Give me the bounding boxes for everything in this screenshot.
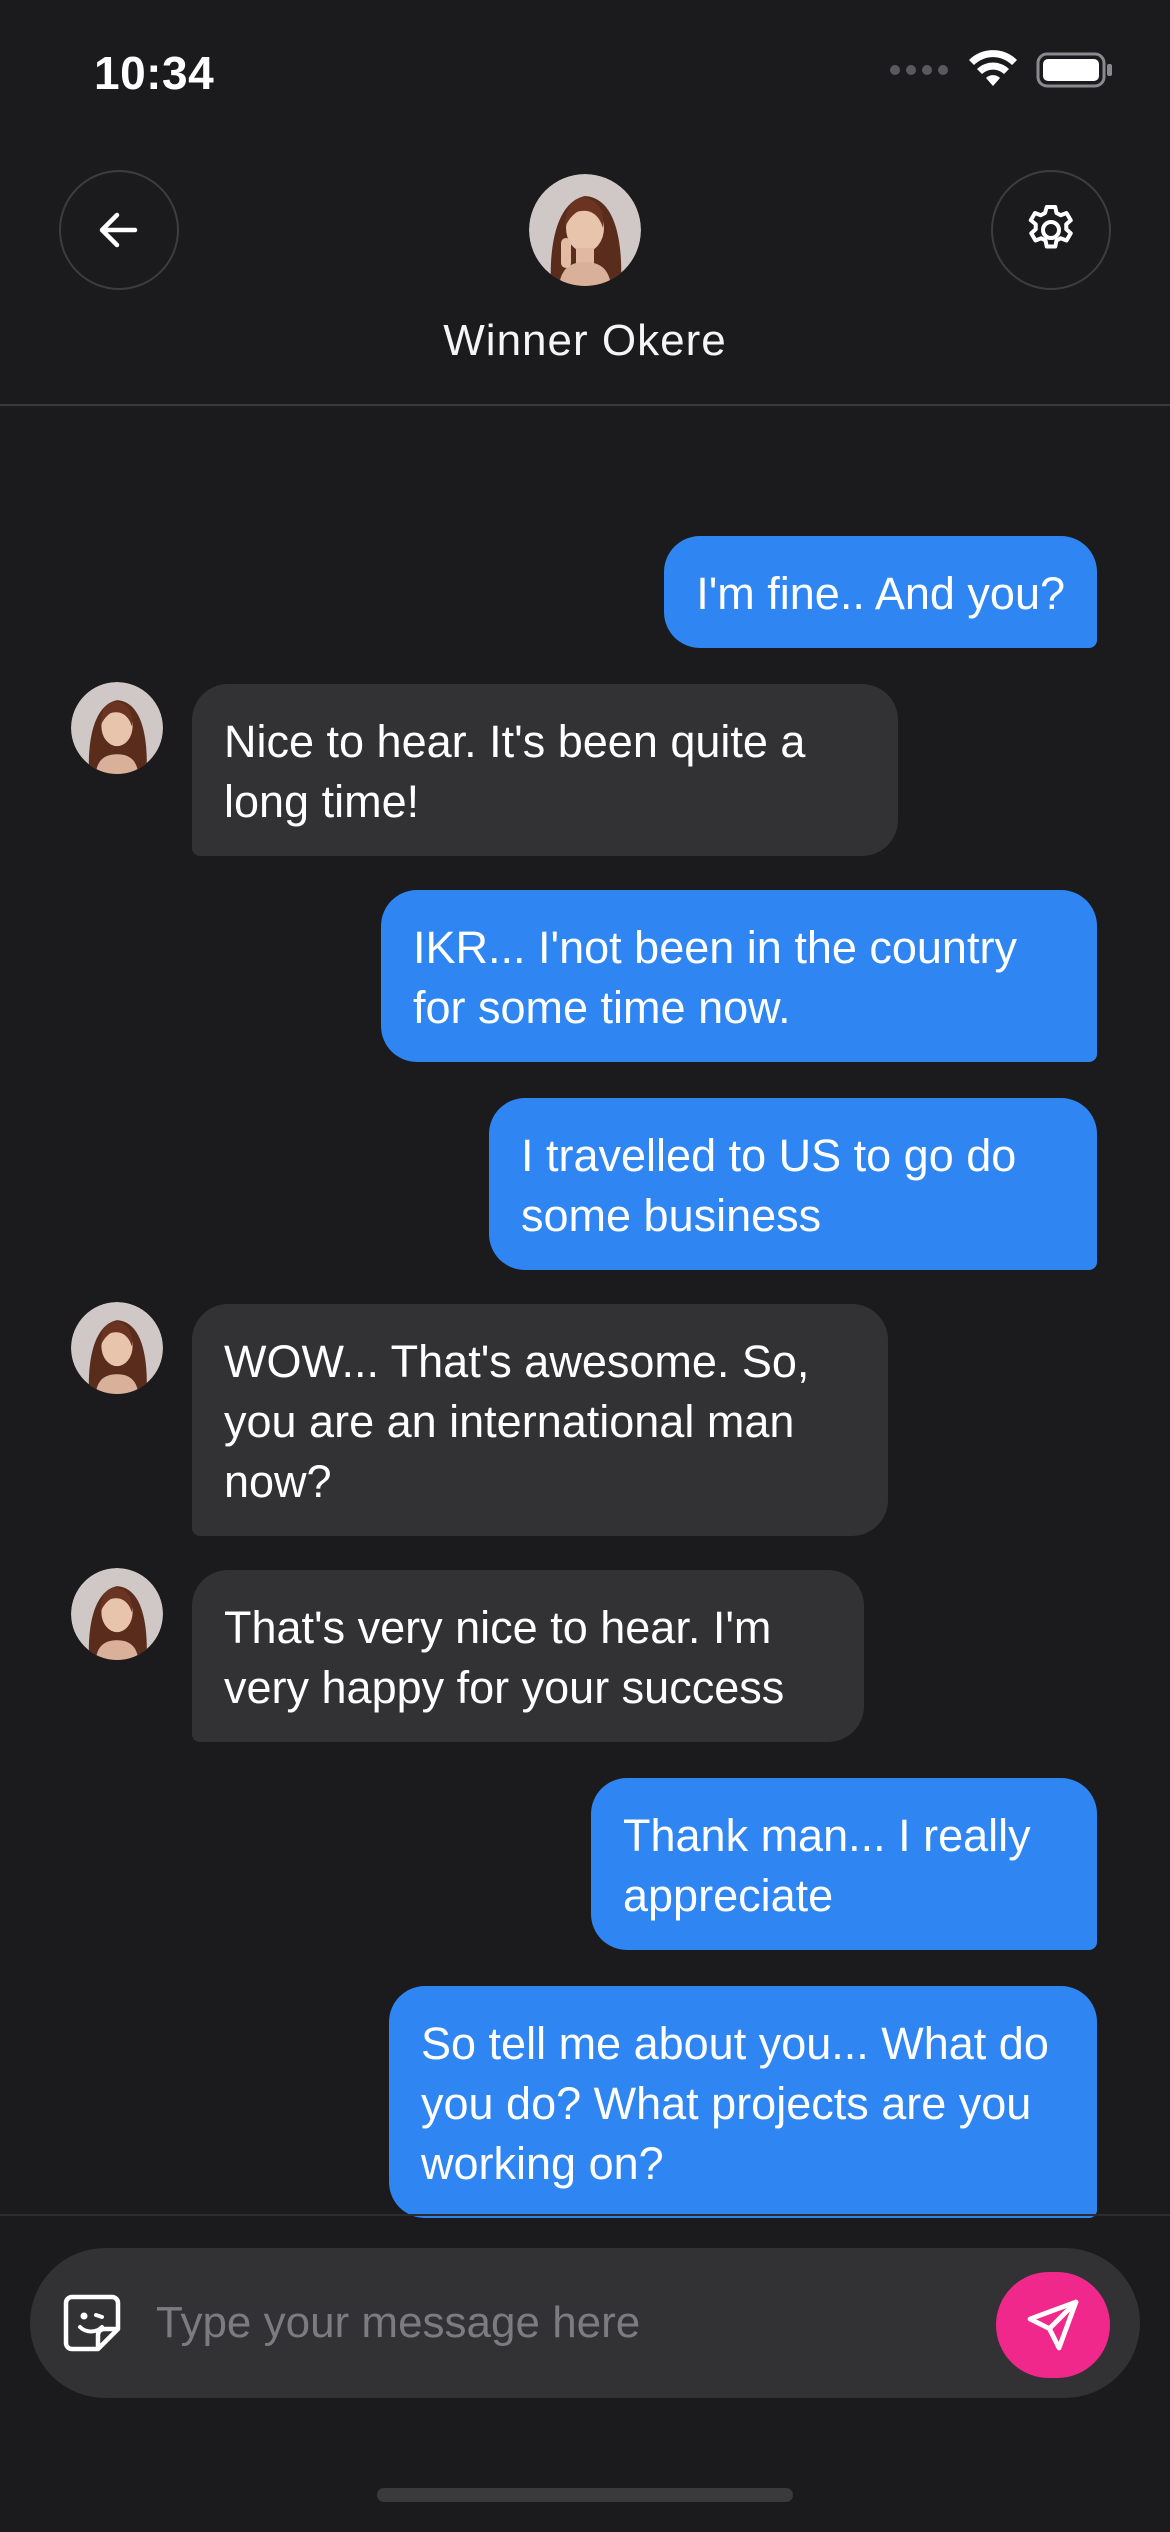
avatar-image [71, 682, 163, 774]
message-bubble: Nice to hear. It's been quite a long tim… [192, 684, 898, 856]
contact-avatar[interactable] [529, 174, 641, 286]
sticker-icon [63, 2294, 121, 2352]
settings-button[interactable] [991, 170, 1111, 290]
message-list[interactable]: I'm fine.. And you? Nice to hear. It's b… [0, 408, 1170, 2218]
battery-icon [1036, 52, 1112, 88]
sticker-button[interactable] [60, 2291, 124, 2355]
message-bubble: I travelled to US to go do some business [489, 1098, 1097, 1270]
back-button[interactable] [59, 170, 179, 290]
message-outgoing[interactable]: I travelled to US to go do some business [489, 1098, 1097, 1270]
home-indicator[interactable] [377, 2488, 793, 2502]
avatar-image [529, 174, 641, 286]
message-bubble: WOW... That's awesome. So, you are an in… [192, 1304, 888, 1536]
message-bubble: That's very nice to hear. I'm very happy… [192, 1570, 864, 1742]
avatar-image [71, 1568, 163, 1660]
message-bubble: I'm fine.. And you? [664, 536, 1097, 648]
message-composer [30, 2248, 1140, 2398]
chat-header: Winner Okere [0, 140, 1170, 406]
cellular-signal-icon [890, 65, 948, 75]
message-input[interactable] [156, 2288, 976, 2358]
message-bubble: Thank man... I really appreciate [591, 1778, 1097, 1950]
status-bar: 10:34 [0, 0, 1170, 140]
gear-icon [1028, 205, 1073, 249]
sender-avatar[interactable] [71, 682, 163, 774]
message-bubble: IKR... I'not been in the country for som… [381, 890, 1097, 1062]
arrow-left-icon [99, 212, 138, 248]
contact-name: Winner Okere [443, 316, 727, 365]
sender-avatar[interactable] [71, 1302, 163, 1394]
status-time: 10:34 [94, 47, 215, 99]
message-incoming[interactable]: That's very nice to hear. I'm very happy… [192, 1570, 864, 1742]
avatar-image [71, 1302, 163, 1394]
message-outgoing[interactable]: So tell me about you... What do you do? … [389, 1986, 1097, 2218]
send-button[interactable] [996, 2272, 1110, 2378]
composer-divider [0, 2214, 1170, 2216]
message-outgoing[interactable]: I'm fine.. And you? [664, 536, 1097, 648]
send-icon [1027, 2299, 1079, 2351]
message-bubble: So tell me about you... What do you do? … [389, 1986, 1097, 2218]
message-outgoing[interactable]: Thank man... I really appreciate [591, 1778, 1097, 1950]
message-incoming[interactable]: WOW... That's awesome. So, you are an in… [192, 1304, 888, 1536]
sender-avatar[interactable] [71, 1568, 163, 1660]
status-icons [890, 50, 1114, 90]
message-incoming[interactable]: Nice to hear. It's been quite a long tim… [192, 684, 898, 856]
chat-screen: 10:34 Winner Okere I'm fine.. And you? N… [0, 0, 1170, 2532]
message-outgoing[interactable]: IKR... I'not been in the country for som… [381, 890, 1097, 1062]
wifi-icon [969, 50, 1017, 86]
